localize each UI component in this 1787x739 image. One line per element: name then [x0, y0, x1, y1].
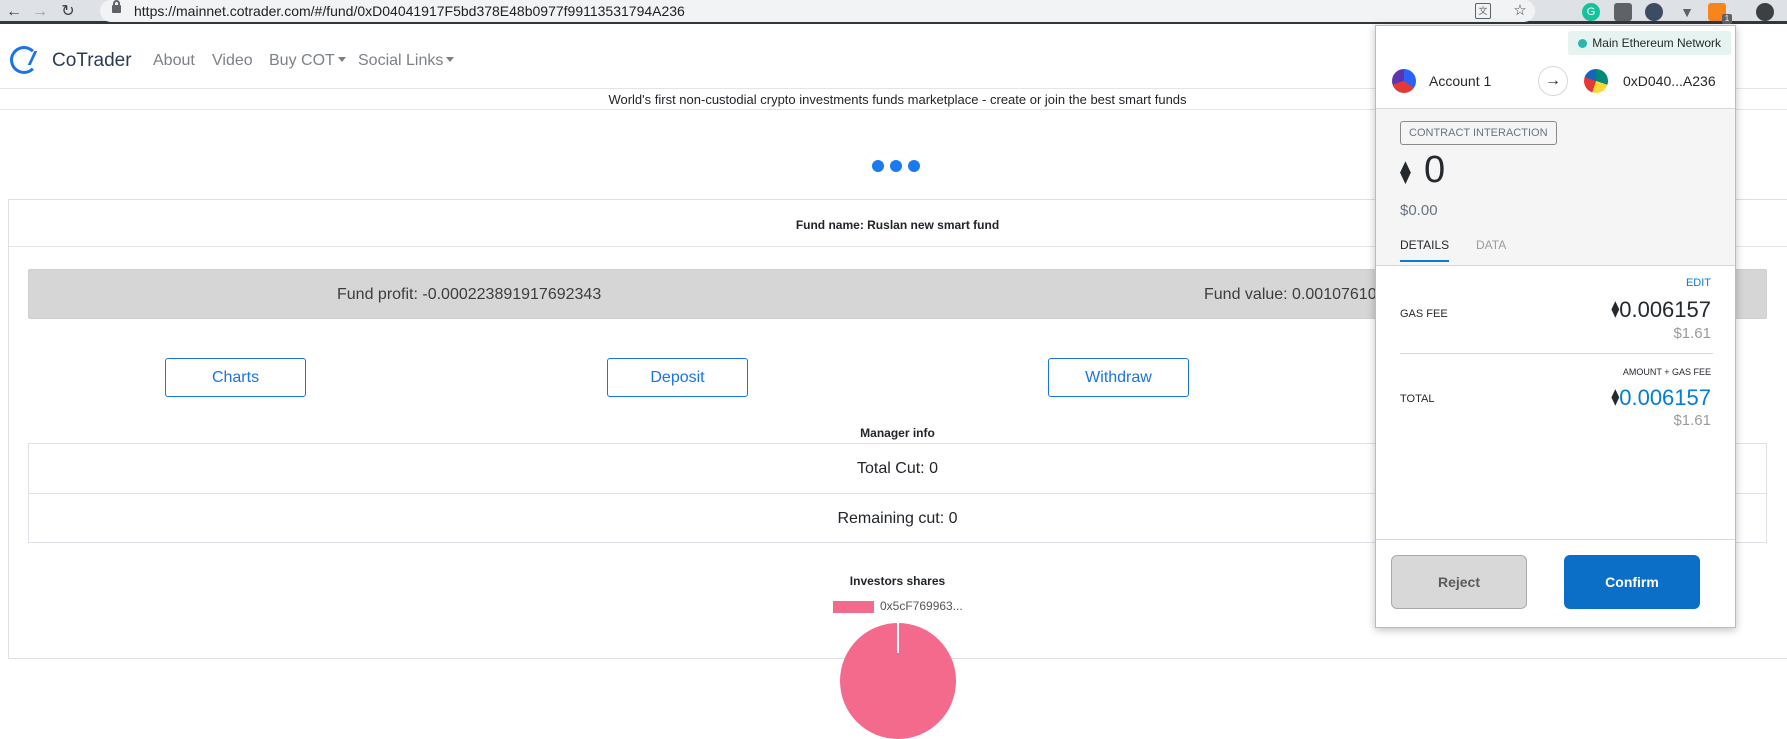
network-indicator[interactable]: Main Ethereum Network [1568, 31, 1731, 55]
gas-fee-value: ⧫0.006157 [1611, 297, 1711, 323]
address-bar[interactable]: https://mainnet.cotrader.com/#/fund/0xD0… [100, 0, 1535, 22]
transaction-summary: CONTRACT INTERACTION ⧫ 0 $0.00 DETAILS D… [1376, 109, 1735, 266]
gas-fee-label: GAS FEE [1400, 308, 1448, 320]
fund-profit: Fund profit: -0.000223891917692343 [337, 286, 602, 303]
browser-toolbar: ← → ↻ https://mainnet.cotrader.com/#/fun… [0, 0, 1787, 24]
cotrader-logo-icon[interactable] [10, 46, 38, 74]
loading-dot [908, 160, 920, 172]
deposit-button[interactable]: Deposit [607, 358, 748, 397]
loading-dot [872, 160, 884, 172]
transaction-amount-usd: $0.00 [1400, 202, 1438, 219]
brand-name[interactable]: CoTrader [52, 50, 132, 72]
network-name: Main Ethereum Network [1592, 36, 1721, 50]
recipient-avatar-icon [1584, 69, 1608, 93]
transaction-amount: 0 [1424, 149, 1446, 191]
total-label: TOTAL [1400, 393, 1435, 405]
nav-buy-cot[interactable]: Buy COT [269, 52, 346, 70]
divider [1400, 353, 1713, 354]
nav-social-links-label: Social Links [358, 52, 444, 69]
withdraw-button[interactable]: Withdraw [1048, 358, 1189, 397]
eth-icon: ⧫ [1400, 159, 1411, 184]
metamask-popup: Main Ethereum Network Account 1 → 0xD040… [1375, 25, 1736, 628]
gas-fee-usd: $1.61 [1673, 325, 1711, 342]
bookmark-star-icon[interactable]: ☆ [1510, 1, 1530, 21]
extension-badge: 1 [1722, 14, 1732, 24]
nav-social-links[interactable]: Social Links [358, 52, 455, 70]
total-value: ⧫0.006157 [1611, 385, 1711, 411]
confirm-button[interactable]: Confirm [1564, 555, 1700, 609]
metamask-footer: Reject Confirm [1376, 539, 1735, 627]
extension-circle-icon[interactable] [1645, 3, 1663, 21]
account-avatar-icon [1392, 69, 1416, 93]
profile-avatar-icon[interactable] [1756, 3, 1774, 21]
gas-fee-eth: 0.006157 [1619, 297, 1711, 322]
transaction-details: EDIT GAS FEE ⧫0.006157 $1.61 AMOUNT + GA… [1376, 266, 1735, 566]
forward-arrow-icon[interactable]: → [30, 2, 50, 22]
translate-icon[interactable]: 文 [1475, 3, 1491, 19]
lock-icon [112, 0, 121, 13]
tab-data[interactable]: DATA [1476, 238, 1506, 252]
legend-swatch [833, 601, 874, 613]
chevron-down-icon [446, 57, 455, 62]
nav-about[interactable]: About [153, 52, 195, 70]
grammarly-icon[interactable]: G [1582, 3, 1600, 21]
metamask-header: Main Ethereum Network Account 1 → 0xD040… [1376, 26, 1735, 109]
chevron-down-icon [337, 57, 346, 62]
nav-video[interactable]: Video [212, 52, 253, 70]
reload-icon[interactable]: ↻ [58, 2, 78, 22]
to-account-address: 0xD040...A236 [1623, 73, 1716, 89]
from-account-name: Account 1 [1429, 73, 1492, 89]
total-usd: $1.61 [1673, 412, 1711, 429]
loading-dot [890, 160, 902, 172]
fund-value: Fund value: 0.001076108 [1204, 286, 1386, 303]
network-status-dot [1578, 39, 1588, 48]
arrow-right-icon: → [1538, 66, 1568, 96]
active-tab-indicator [1400, 260, 1449, 262]
legend-label: 0x5cF769963... [880, 599, 963, 613]
amount-plus-gas-label: AMOUNT + GAS FEE [1622, 367, 1711, 377]
extension-icon[interactable] [1614, 3, 1632, 21]
back-arrow-icon[interactable]: ← [4, 2, 24, 22]
tab-details[interactable]: DETAILS [1400, 238, 1449, 252]
url-text: https://mainnet.cotrader.com/#/fund/0xD0… [134, 3, 685, 19]
vue-devtools-icon[interactable]: ▼ [1678, 3, 1696, 21]
reject-button[interactable]: Reject [1391, 555, 1527, 609]
edit-gas-link[interactable]: EDIT [1686, 277, 1711, 289]
contract-interaction-badge: CONTRACT INTERACTION [1400, 121, 1557, 145]
pie-divider [897, 623, 899, 653]
charts-button[interactable]: Charts [165, 358, 306, 397]
total-eth: 0.006157 [1619, 385, 1711, 410]
nav-buy-cot-label: Buy COT [269, 52, 335, 69]
